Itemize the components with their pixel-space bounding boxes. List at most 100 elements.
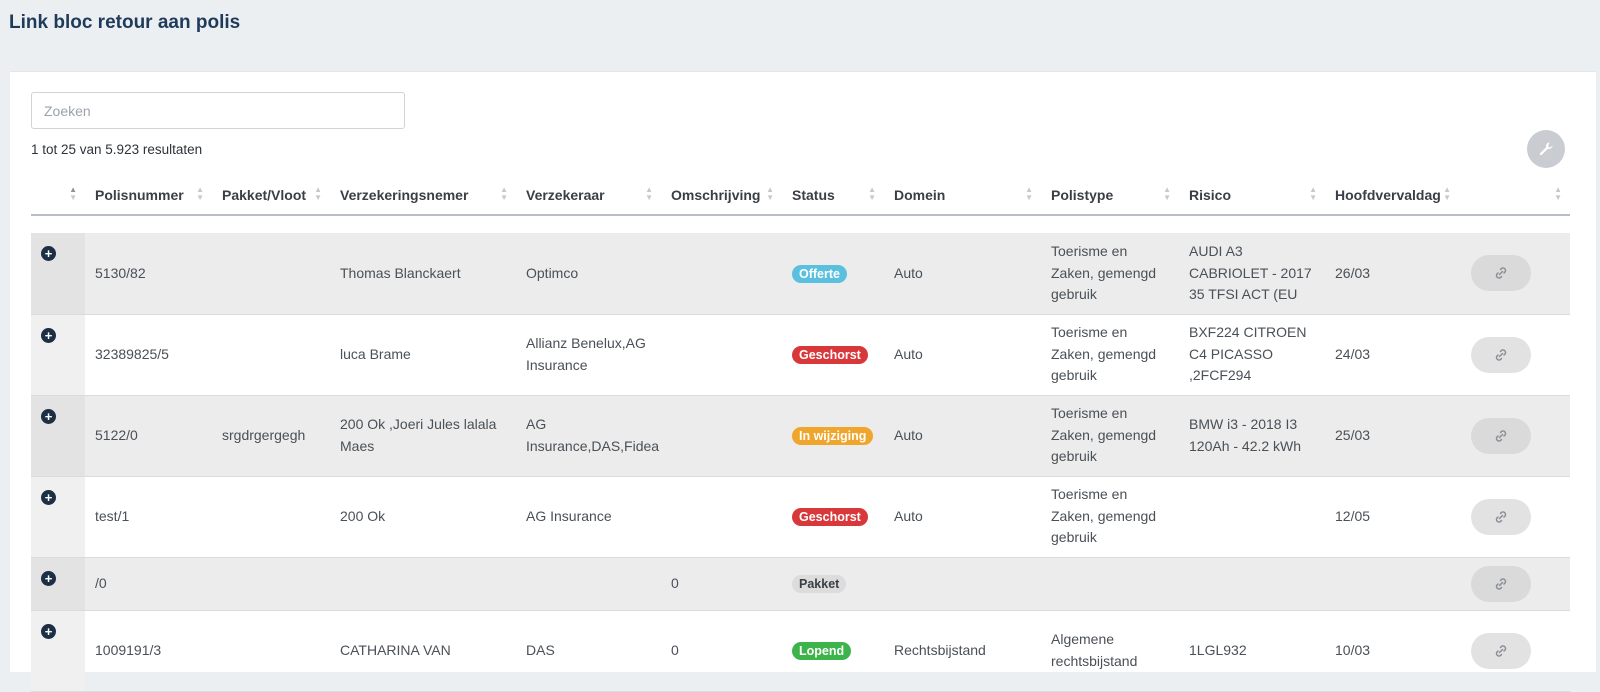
expand-cell[interactable]: +: [31, 233, 85, 315]
expand-plus-icon[interactable]: +: [41, 327, 56, 343]
status-badge: Geschorst: [792, 507, 868, 526]
cell-hoofdvervaldag: 25/03: [1325, 395, 1459, 477]
column-header[interactable]: Verzekeringsnemer ▲ ▼: [330, 175, 516, 216]
cell-verzekeringsnemer: CATHARINA VAN: [330, 610, 516, 692]
table-row[interactable]: + /0 0 Pakket: [31, 557, 1570, 611]
column-header[interactable]: Omschrijving ▲ ▼: [661, 175, 782, 216]
status-badge: Pakket: [792, 574, 847, 593]
cell-polisnummer: /0: [85, 557, 212, 611]
sort-icon: ▲ ▼: [645, 185, 653, 202]
cell-verzekeraar: AG Insurance: [516, 476, 661, 558]
cell-omschrijving: [661, 476, 782, 558]
cell-risico: [1179, 557, 1325, 611]
link-button[interactable]: [1471, 417, 1531, 454]
link-icon: [1495, 510, 1507, 523]
link-icon: [1495, 348, 1507, 361]
expand-cell[interactable]: +: [31, 476, 85, 558]
link-icon: [1495, 577, 1507, 590]
table-row[interactable]: + test/1 200 Ok AG Insurance Geschorst Auto To…: [31, 476, 1570, 558]
expand-cell[interactable]: +: [31, 610, 85, 692]
sort-icon: ▲ ▼: [766, 185, 774, 202]
column-header[interactable]: Status ▲ ▼: [782, 175, 884, 216]
cell-verzekeringsnemer: Thomas Blanckaert: [330, 233, 516, 315]
expand-plus-icon[interactable]: +: [41, 570, 56, 586]
search-input[interactable]: [31, 92, 405, 129]
sort-icon: ▲ ▼: [196, 185, 204, 202]
cell-verzekeraar: DAS: [516, 610, 661, 692]
expand-plus-icon[interactable]: +: [41, 489, 56, 505]
sort-icon: ▲ ▼: [314, 185, 322, 202]
expand-cell[interactable]: +: [31, 557, 85, 611]
link-icon: [1495, 429, 1507, 442]
status-badge: Lopend: [792, 641, 852, 660]
cell-verzekeraar: AG Insurance,DAS,Fidea: [516, 395, 661, 477]
sort-icon: ▲ ▼: [69, 185, 77, 202]
cell-actions: [1459, 610, 1570, 692]
expand-cell[interactable]: +: [31, 395, 85, 477]
sort-icon: ▲ ▼: [500, 185, 508, 202]
sort-icon: ▲ ▼: [1309, 185, 1317, 202]
cell-polistype: [1041, 557, 1179, 611]
status-badge: In wijziging: [792, 426, 874, 445]
policy-table: ▲ ▼ Polisnummer ▲ ▼ Pakket/Vloot ▲ ▼ Verzeker…: [31, 175, 1570, 692]
cell-omschrijving: [661, 314, 782, 396]
cell-status: In wijziging: [782, 395, 884, 477]
cell-polisnummer: test/1: [85, 476, 212, 558]
cell-omschrijving: [661, 233, 782, 315]
link-button[interactable]: [1471, 255, 1531, 292]
cell-domein: Auto: [884, 476, 1041, 558]
settings-button[interactable]: [1527, 130, 1565, 168]
sort-icon: ▲ ▼: [1554, 185, 1562, 202]
cell-hoofdvervaldag: 10/03: [1325, 610, 1459, 692]
expand-plus-icon[interactable]: +: [41, 623, 56, 639]
column-header[interactable]: Risico ▲ ▼: [1179, 175, 1325, 216]
cell-hoofdvervaldag: [1325, 557, 1459, 611]
expand-plus-icon[interactable]: +: [41, 408, 56, 424]
column-header[interactable]: ▲ ▼: [1459, 175, 1570, 216]
status-badge: Offerte: [792, 264, 847, 283]
cell-risico: [1179, 476, 1325, 558]
cell-domein: [884, 557, 1041, 611]
table-header: ▲ ▼ Polisnummer ▲ ▼ Pakket/Vloot ▲ ▼ Verzeker…: [31, 175, 1570, 216]
column-header[interactable]: Hoofdvervaldag ▲ ▼: [1325, 175, 1459, 216]
column-header[interactable]: Polistype ▲ ▼: [1041, 175, 1179, 216]
cell-verzekeraar: Allianz Benelux,AG Insurance: [516, 314, 661, 396]
cell-verzekeringsnemer: 200 Ok ,Joeri Jules lalala Maes: [330, 395, 516, 477]
column-header[interactable]: Polisnummer ▲ ▼: [85, 175, 212, 216]
cell-omschrijving: 0: [661, 610, 782, 692]
cell-polistype: Toerisme en Zaken, gemengd gebruik: [1041, 395, 1179, 477]
column-header[interactable]: Domein ▲ ▼: [884, 175, 1041, 216]
table-row[interactable]: +1009191/3 CATHARINA VAN DAS 0 Lopend Rechtsb…: [31, 610, 1570, 692]
sort-icon: ▲ ▼: [1163, 185, 1171, 202]
table-row[interactable]: +32389825/5 luca Brame Allianz Benelux,AG …: [31, 314, 1570, 396]
page-title: Link bloc retour aan polis: [9, 12, 241, 33]
link-button[interactable]: [1471, 632, 1531, 669]
column-header[interactable]: Pakket/Vloot ▲ ▼: [212, 175, 330, 216]
cell-status: Offerte: [782, 233, 884, 315]
cell-pakket: srgdrgergegh: [212, 395, 330, 477]
cell-risico: BMW i3 - 2018 I3 120Ah - 42.2 kWh: [1179, 395, 1325, 477]
wrench-icon: [1539, 142, 1553, 156]
cell-actions: [1459, 557, 1570, 611]
cell-polistype: Toerisme en Zaken, gemengd gebruik: [1041, 476, 1179, 558]
link-icon: [1495, 267, 1507, 279]
cell-hoofdvervaldag: 24/03: [1325, 314, 1459, 396]
column-header[interactable]: ▲ ▼: [31, 175, 85, 216]
cell-risico: BXF224 CITROEN C4 PICASSO ,2FCF294: [1179, 314, 1325, 396]
column-header[interactable]: Verzekeraar ▲ ▼: [516, 175, 661, 216]
cell-verzekeringsnemer: luca Brame: [330, 314, 516, 396]
link-button[interactable]: [1471, 565, 1531, 602]
cell-status: Geschorst: [782, 314, 884, 396]
expand-cell[interactable]: +: [31, 314, 85, 396]
table-row[interactable]: +5122/0 srgdrgergegh 200 Ok ,Joeri Jules l…: [31, 395, 1570, 477]
cell-omschrijving: [661, 395, 782, 477]
link-button[interactable]: [1471, 498, 1531, 535]
cell-domein: Auto: [884, 314, 1041, 396]
cell-pakket: [212, 557, 330, 611]
cell-risico: AUDI A3 CABRIOLET - 2017 35 TFSI ACT (EU: [1179, 233, 1325, 315]
cell-hoofdvervaldag: 12/05: [1325, 476, 1459, 558]
table-row[interactable]: +5130/82 Thomas Blanckaert Optimco Offerte A…: [31, 233, 1570, 315]
expand-plus-icon[interactable]: +: [41, 246, 56, 261]
link-button[interactable]: [1471, 336, 1531, 373]
sort-icon: ▲ ▼: [1025, 185, 1033, 202]
